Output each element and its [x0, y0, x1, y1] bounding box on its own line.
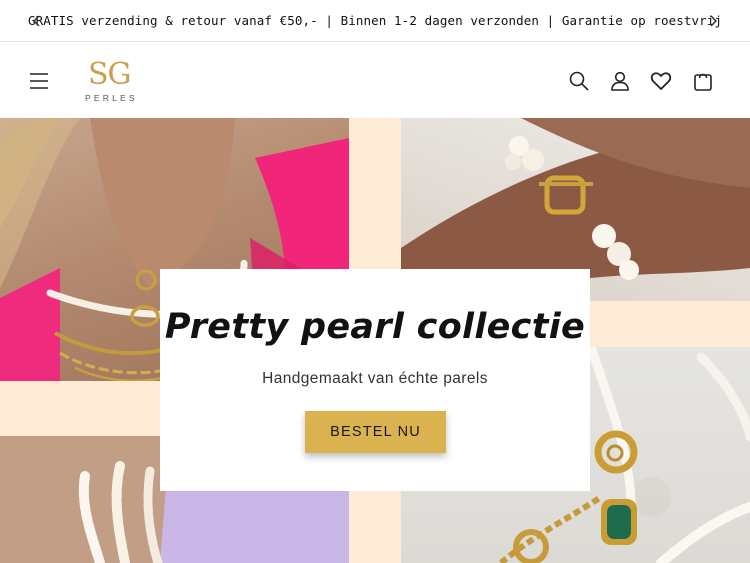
hero-subtitle: Handgemaakt van échte parels	[262, 370, 488, 387]
search-icon	[569, 71, 589, 91]
logo-subtitle: PERLES	[85, 93, 138, 103]
announcement-next-button[interactable]	[702, 10, 724, 32]
wishlist-heart-icon	[650, 72, 672, 90]
chevron-right-icon	[710, 15, 718, 27]
menu-button[interactable]	[28, 70, 50, 92]
wishlist-button[interactable]	[650, 70, 672, 92]
order-now-button[interactable]: BESTEL NU	[305, 411, 446, 453]
account-icon	[611, 71, 629, 91]
hero-banner: Pretty pearl collectie Handgemaakt van é…	[0, 118, 750, 563]
cart-button[interactable]	[692, 70, 714, 92]
account-button[interactable]	[609, 70, 631, 92]
site-header: SG PERLES	[0, 43, 750, 118]
hero-content-card: Pretty pearl collectie Handgemaakt van é…	[160, 269, 590, 491]
cart-bag-icon	[694, 73, 712, 91]
site-logo[interactable]: SG PERLES	[82, 59, 148, 105]
announcement-text: GRATIS verzending & retour vanaf €50,- |…	[28, 13, 722, 28]
logo-mark: SG	[88, 57, 132, 92]
announcement-prev-button[interactable]	[26, 10, 48, 32]
hamburger-menu-icon	[30, 73, 48, 89]
search-button[interactable]	[568, 70, 590, 92]
chevron-left-icon	[32, 15, 40, 27]
hero-title: Pretty pearl collectie	[164, 307, 586, 347]
announcement-bar: GRATIS verzending & retour vanaf €50,- |…	[0, 0, 750, 42]
